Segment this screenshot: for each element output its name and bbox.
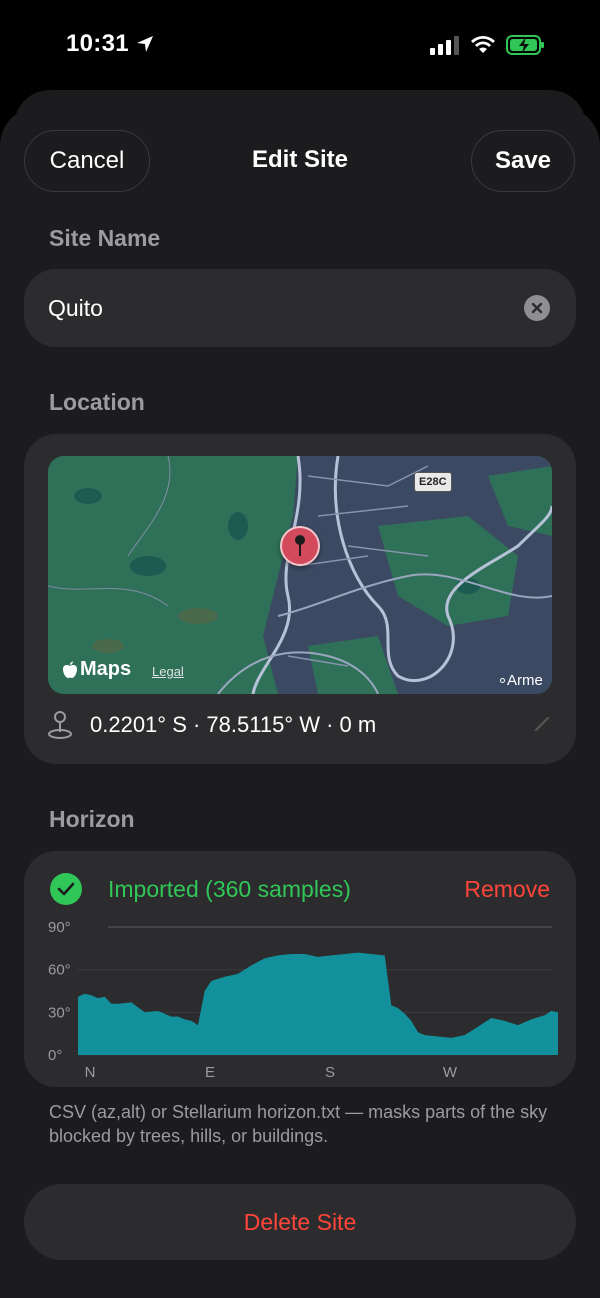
horizon-chart-svg: 90° 60° 30° 0° N E S W <box>48 919 558 1081</box>
site-name-field[interactable]: Quito <box>24 269 576 347</box>
checkmark-icon <box>50 873 82 905</box>
coordinates-row: 0.2201° S · 78.5115° W · 0 m <box>46 710 376 740</box>
wifi-icon <box>471 36 495 53</box>
x-tick-label: E <box>205 1064 215 1081</box>
apple-logo-icon <box>63 661 77 678</box>
horizon-label: Horizon <box>49 806 135 832</box>
y-tick-label: 0° <box>48 1047 62 1064</box>
battery-charging-icon <box>506 35 544 55</box>
delete-site-button[interactable]: Delete Site <box>24 1184 576 1260</box>
cellular-signal-icon <box>430 36 459 55</box>
remove-button[interactable]: Remove <box>464 876 550 903</box>
y-tick-label: 30° <box>48 1004 71 1021</box>
site-name-label: Site Name <box>49 225 161 251</box>
edit-pencil-icon[interactable] <box>534 716 550 732</box>
time-text: 10:31 <box>66 30 129 57</box>
horizon-chart: 90° 60° 30° 0° N E S W <box>24 917 576 1087</box>
location-label: Location <box>49 389 145 415</box>
maps-logo: Maps <box>62 658 131 681</box>
map-pin[interactable] <box>280 526 320 566</box>
horizon-area <box>78 952 558 1055</box>
road-badge-text: E28C <box>419 476 447 488</box>
road-badge: E28C <box>414 472 452 492</box>
map-place-label: Arme <box>500 672 543 689</box>
location-card: E28C Maps Legal Arme 0.2201° S · 78.5115… <box>24 434 576 764</box>
map-pin-outline-icon <box>48 711 72 739</box>
maps-brand-text: Maps <box>80 658 132 680</box>
coordinates-text: 0.2201° S · 78.5115° W · 0 m <box>90 712 377 737</box>
x-tick-label: W <box>443 1064 458 1081</box>
legal-link[interactable]: Legal <box>152 664 184 679</box>
save-button[interactable]: Save <box>471 130 575 192</box>
status-time: 10:31 <box>66 30 155 58</box>
horizon-card: Imported (360 samples) Remove 90° 60° 30° 0… <box>24 851 576 1087</box>
map-place-text: Arme <box>507 672 543 689</box>
clear-text-button[interactable] <box>524 295 550 321</box>
status-icons <box>430 34 546 56</box>
pin-icon <box>295 535 305 556</box>
y-tick-label: 60° <box>48 962 71 979</box>
status-bar: 10:31 <box>0 0 600 90</box>
location-arrow-icon <box>136 36 153 52</box>
horizon-caption: CSV (az,alt) or Stellarium horizon.txt —… <box>49 1102 548 1146</box>
x-tick-label: S <box>325 1064 335 1081</box>
y-tick-label: 90° <box>48 919 71 936</box>
map-view[interactable]: E28C Maps Legal Arme <box>48 456 552 694</box>
site-name-value[interactable]: Quito <box>48 295 103 322</box>
imported-status-row: Imported (360 samples) Remove <box>50 873 550 905</box>
clear-x-icon <box>531 302 543 314</box>
x-tick-label: N <box>85 1064 96 1081</box>
imported-status-text: Imported (360 samples) <box>108 875 351 902</box>
